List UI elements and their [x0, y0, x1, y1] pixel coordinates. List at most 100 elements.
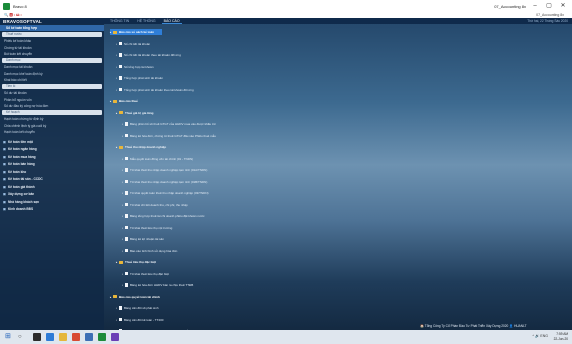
report-item[interactable]: • Sổ tổng hợp tài khoản	[116, 64, 154, 70]
sidebar-group[interactable]: Xây dựng cơ bản	[0, 191, 104, 197]
report-label: Tờ khai thuế tiêu thụ đặc biệt	[130, 271, 169, 276]
document-icon	[125, 248, 128, 253]
document-icon	[119, 64, 122, 69]
report-label: Tờ khai chi tiết doanh thu, chi phí, thu…	[130, 202, 188, 207]
folder-icon	[119, 260, 123, 264]
sidebar-item[interactable]: Phiếu kế toán khác	[0, 38, 104, 44]
report-label: Sổ chi tiết tài khoản	[124, 41, 151, 46]
report-label: Bảng cân đối kế toán - TT200	[124, 317, 164, 322]
window-right-info: 07_Accounting 8x	[494, 4, 526, 9]
task-view-icon[interactable]	[33, 333, 41, 341]
report-folder[interactable]: ▸ Thuế thu nhập doanh nghiệp	[116, 144, 166, 150]
bravo-taskbar-icon[interactable]	[98, 333, 106, 341]
report-item[interactable]: • Mẫu quyết toán đồng vốn tài chính (01 -…	[122, 156, 193, 162]
user-info[interactable]: 07_Accounting 8x	[536, 13, 564, 17]
sidebar-section-label[interactable]: Kế hoạch	[2, 109, 102, 115]
report-label: Bảng cân đối số phát sinh	[124, 306, 159, 310]
search-icon[interactable]: ○	[18, 333, 28, 341]
chrome-icon[interactable]	[72, 333, 80, 341]
document-icon	[125, 133, 128, 138]
document-icon	[125, 122, 128, 126]
close-icon[interactable]: ✕	[558, 2, 568, 10]
edge-icon[interactable]	[46, 333, 54, 341]
sidebar-section-label[interactable]: Thuế nước	[2, 31, 102, 37]
app-logo-icon	[3, 2, 10, 10]
explorer-icon[interactable]	[59, 333, 67, 341]
folder-icon	[119, 145, 123, 149]
report-folder[interactable]: ▸ Báo cáo số sách kế toán	[110, 29, 163, 35]
report-label: Báo cáo tình hình sử dụng hóa đơn	[130, 248, 178, 253]
report-folder[interactable]: ▸ Báo cáo quyết toán tài chính	[110, 294, 160, 300]
report-label: Tờ khai thuế thu nhập doanh nghiệp tạm t…	[130, 168, 208, 172]
report-item[interactable]: • Bảng kê hóa đơn, chứng từ thuế GTGT đầu…	[122, 133, 216, 139]
folder-icon	[113, 295, 117, 299]
report-item[interactable]: • Bảng kê lợi nhuận tài sản	[122, 236, 164, 242]
report-item[interactable]: • Tờ khai thuế tiêu thụ nội trường	[122, 225, 172, 231]
maximize-icon[interactable]: ▢	[544, 2, 554, 10]
report-item[interactable]: • Tổng hợp phát sinh tài khoản theo tài k…	[116, 87, 194, 93]
report-item[interactable]: • Bảng cân đối số phát sinh	[116, 305, 159, 311]
sidebar: Sổ kế toán tổng hợp Thuế nước Phiếu kế toá…	[0, 24, 104, 330]
report-folder[interactable]: ▸ Báo cáo thuế	[110, 98, 138, 104]
sidebar-item[interactable]: Hạch toán chứng từ định kỳ	[0, 116, 104, 122]
sidebar-item[interactable]: Chứng từ tài khoản	[0, 45, 104, 51]
system-tray[interactable]: ^ 🔊 ENG	[532, 334, 548, 338]
sidebar-group[interactable]: Kế toán bán hàng	[0, 161, 104, 167]
report-item[interactable]: • Sổ chi tiết tài khoản theo tài khoản đố…	[116, 52, 181, 58]
sidebar-item[interactable]: Khai báo chi tiết	[0, 77, 104, 83]
document-icon	[125, 202, 128, 207]
report-label: Bảng kê hóa đơn HHDV bán ra chịu thuế TT…	[130, 283, 194, 287]
report-item[interactable]: • Tờ khai quyết toán thuế thu nhập doanh …	[122, 190, 209, 196]
app-icon[interactable]	[111, 333, 119, 341]
report-item[interactable]: • Tổng hợp phát sinh tài khoản	[116, 75, 163, 81]
folder-icon	[119, 111, 123, 115]
sidebar-item[interactable]: Phân bổ nguồn vốn	[0, 97, 104, 103]
document-icon	[125, 237, 128, 241]
sidebar-item[interactable]: Danh mục tài khoản	[0, 64, 104, 70]
sidebar-item[interactable]: Danh mục khế toán định kỳ	[0, 71, 104, 77]
taskbar: ⊞ ○ ^ 🔊 ENG 7:59 AM 22-Jun-20	[0, 330, 572, 344]
clock[interactable]: 7:59 AM 22-Jun-20	[554, 332, 568, 341]
report-item[interactable]: • Tờ khai thuế thu nhập doanh nghiệp tạm …	[122, 179, 207, 185]
sidebar-item[interactable]: Số dư tài khoản	[0, 90, 104, 96]
report-label: Bảng tổng hợp thuế tài chi doanh phiếu đ…	[130, 214, 205, 218]
report-item[interactable]: • Báo cáo tình hình sử dụng hóa đơn	[122, 248, 177, 254]
report-label: Báo cáo thuế	[119, 99, 138, 103]
sidebar-group[interactable]: Kế toán tài sản - CCDC	[0, 176, 104, 182]
folder-icon	[113, 30, 117, 34]
sidebar-item[interactable]: Chia chênh lệch tỷ giá cuối kỳ	[0, 123, 104, 129]
sidebar-group[interactable]: Kinh doanh BĐS	[0, 206, 104, 212]
report-item[interactable]: • Tờ khai chi tiết doanh thu, chi phí, th…	[122, 202, 188, 208]
minimize-icon[interactable]: –	[530, 2, 540, 10]
report-item[interactable]: • Bảng cân đối kế toán - TT200	[116, 317, 163, 323]
report-folder[interactable]: ▸ Thuế giá trị gia tăng	[116, 110, 154, 116]
word-icon[interactable]	[85, 333, 93, 341]
sidebar-group[interactable]: Nhà hàng khách sạn	[0, 199, 104, 205]
sidebar-item[interactable]: Sổ kế toán tổng hợp	[0, 25, 104, 31]
report-item[interactable]: • Tờ khai thuế tiêu thụ đặc biệt	[122, 271, 169, 277]
status-line: 🏠 Tổng Công Ty Cổ Phần Đầu Tư Phát Triển…	[420, 324, 527, 328]
sidebar-group[interactable]: Kế toán kho	[0, 169, 104, 175]
sidebar-item[interactable]: Số dư đầu kỳ công nợ hóa đơn	[0, 103, 104, 109]
start-icon[interactable]: ⊞	[5, 333, 13, 341]
sidebar-item[interactable]: Hạch toán kết chuyển	[0, 129, 104, 135]
sidebar-item[interactable]: Bút toán kết chuyển	[0, 51, 104, 57]
sidebar-section-label[interactable]: Danh mục	[2, 57, 102, 63]
sidebar-group[interactable]: Kế toán tiền mặt	[0, 139, 104, 145]
report-item[interactable]: • Tờ khai thuế thu nhập doanh nghiệp tạm …	[122, 167, 207, 173]
report-item[interactable]: • Sổ chi tiết tài khoản	[116, 41, 150, 47]
report-item[interactable]: • Bảng phân bổ số thuế GTGT của HHDV mua …	[122, 121, 216, 127]
sidebar-group[interactable]: Kế toán ngân hàng	[0, 146, 104, 152]
sidebar-group[interactable]: Kế toán giá thành	[0, 184, 104, 190]
report-item[interactable]: • Bảng kê hóa đơn HHDV bán ra chịu thuế T…	[122, 282, 193, 288]
document-icon	[125, 283, 128, 287]
report-label: Tờ khai quyết toán thuế thu nhập doanh n…	[130, 191, 209, 195]
document-icon	[125, 214, 128, 218]
report-item[interactable]: • Bảng tổng hợp thuế tài chi doanh phiếu …	[122, 213, 205, 219]
sidebar-group[interactable]: Kế toán mua hàng	[0, 154, 104, 160]
document-icon	[125, 271, 128, 276]
report-folder[interactable]: ▸ Thuế tiêu thụ đặc biệt	[116, 259, 156, 265]
report-label: Báo cáo quyết toán tài chính	[119, 294, 160, 299]
sidebar-section-label[interactable]: Tiền kì	[2, 83, 102, 89]
document-icon	[119, 306, 122, 310]
